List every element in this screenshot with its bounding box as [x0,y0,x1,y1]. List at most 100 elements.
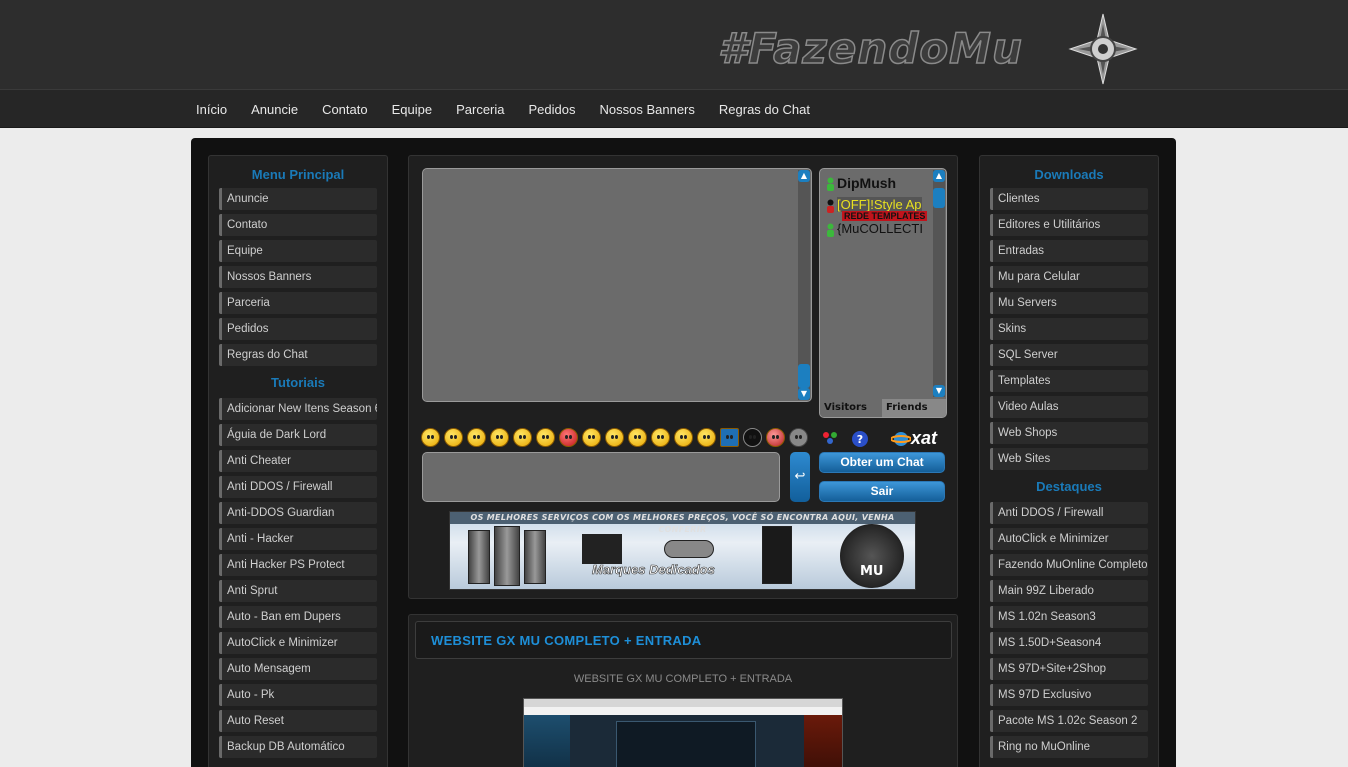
eight-ball-icon[interactable] [743,428,762,447]
chat-user[interactable]: {MuCOLLECTI [826,221,923,237]
nav-item-nossos-banners[interactable]: Nossos Banners [600,102,695,117]
sidebar-item[interactable]: Pacote MS 1.02c Season 2 [990,710,1148,732]
nav-item-anuncie[interactable]: Anuncie [251,102,298,117]
sidebar-item[interactable]: Anti-DDOS Guardian [219,502,377,524]
sidebar-item[interactable]: Web Sites [990,448,1148,470]
users-icon[interactable] [821,430,839,448]
sidebar-item[interactable]: Contato [219,214,377,236]
smiley-icon[interactable] [490,428,509,447]
nav-item-inicio[interactable]: Início [196,102,227,117]
send-button[interactable]: ↩ [790,452,810,502]
help-icon[interactable]: ? [851,430,869,448]
sidebar-item[interactable]: Águia de Dark Lord [219,424,377,446]
post-title[interactable]: WEBSITE GX MU COMPLETO + ENTRADA [431,633,701,648]
sidebar-item[interactable]: Equipe [219,240,377,262]
banner-tagline: OS MELHORES SERVIÇOS COM OS MELHORES PRE… [450,512,915,534]
sidebar-item[interactable]: Web Shops [990,422,1148,444]
sidebar-item[interactable]: Anti Sprut [219,580,377,602]
smiley-icon[interactable] [628,428,647,447]
sidebar-item[interactable]: Mu Servers [990,292,1148,314]
chat-scrollbar[interactable]: ▲ ▼ [798,170,810,400]
nav-item-regras-do-chat[interactable]: Regras do Chat [719,102,810,117]
sidebar-item[interactable]: Anti Cheater [219,450,377,472]
sidebar-item[interactable]: Main 99Z Liberado [990,580,1148,602]
sidebar-item[interactable]: Pedidos [219,318,377,340]
sidebar-item[interactable]: Ring no MuOnline [990,736,1148,758]
smiley-icon[interactable] [536,428,555,447]
smiley-icon[interactable] [513,428,532,447]
sidebar-item[interactable]: Auto Reset [219,710,377,732]
sidebar-item[interactable]: Entradas [990,240,1148,262]
scroll-up-icon[interactable]: ▲ [933,170,945,182]
get-chat-button[interactable]: Obter um Chat [819,452,945,473]
sidebar-item[interactable]: SQL Server [990,344,1148,366]
sidebar-item[interactable]: Templates [990,370,1148,392]
sidebar-item[interactable]: Regras do Chat [219,344,377,366]
user-list-scrollbar[interactable]: ▲ ▼ [933,170,945,397]
smiley-icon[interactable] [421,428,440,447]
sidebar-item[interactable]: Adicionar New Itens Season 6 [219,398,377,420]
sidebar-item[interactable]: Anti Hacker PS Protect [219,554,377,576]
scroll-thumb[interactable] [798,364,810,388]
sidebar-item[interactable]: Anti - Hacker [219,528,377,550]
sidebar-item[interactable]: Auto - Pk [219,684,377,706]
ad-banner[interactable]: OS MELHORES SERVIÇOS COM OS MELHORES PRE… [449,511,916,590]
sidebar-item[interactable]: MS 97D Exclusivo [990,684,1148,706]
tab-friends[interactable]: Friends [882,399,946,417]
tab-visitors[interactable]: Visitors [820,399,882,417]
chat-user-name: {MuCOLLECTI [837,221,923,236]
smiley-bar [421,428,808,450]
tutoriais-list: Adicionar New Itens Season 6 Águia de Da… [219,398,377,758]
block-icon[interactable] [789,428,808,447]
sidebar-item[interactable]: MS 1.02n Season3 [990,606,1148,628]
chat-user[interactable]: [OFF]!Style Ap REDE TEMPLATES [826,197,928,221]
sidebar-item[interactable]: Fazendo MuOnline Completo [990,554,1148,576]
xat-logo-wrap[interactable]: xat [891,428,937,449]
sidebar-item[interactable]: AutoClick e Minimizer [219,632,377,654]
smiley-icon[interactable] [766,428,785,447]
nav-item-equipe[interactable]: Equipe [392,102,432,117]
chat-user[interactable]: DipMush [826,175,897,192]
sidebar-item[interactable]: Anti DDOS / Firewall [990,502,1148,524]
sidebar-item[interactable]: Parceria [219,292,377,314]
sidebar-item[interactable]: Video Aulas [990,396,1148,418]
smiley-icon[interactable] [559,428,578,447]
sidebar-item[interactable]: Anuncie [219,188,377,210]
sidebar-item[interactable]: Nossos Banners [219,266,377,288]
sidebar-item[interactable]: Auto Mensagem [219,658,377,680]
site-logo[interactable]: #FazendoMu [717,23,1023,74]
nav-item-parceria[interactable]: Parceria [456,102,504,117]
smiley-icon[interactable] [605,428,624,447]
smiley-icon[interactable] [674,428,693,447]
sidebar-item[interactable]: Editores e Utilitários [990,214,1148,236]
scroll-down-icon[interactable]: ▼ [798,388,810,400]
sidebar-item[interactable]: MS 1.50D+Season4 [990,632,1148,654]
sidebar-item[interactable]: Clientes [990,188,1148,210]
scroll-thumb[interactable] [933,188,945,208]
user-away-icon [827,199,834,213]
smiley-icon[interactable] [582,428,601,447]
sidebar-item[interactable]: Auto - Ban em Dupers [219,606,377,628]
chat-messages-area[interactable]: ▲ ▼ [422,168,812,402]
sidebar-item[interactable]: Skins [990,318,1148,340]
main-nav: Início Anuncie Contato Equipe Parceria P… [0,89,1348,128]
scroll-down-icon[interactable]: ▼ [933,385,945,397]
sidebar-item[interactable]: Backup DB Automático [219,736,377,758]
sidebar-item[interactable]: Anti DDOS / Firewall [219,476,377,498]
smiley-icon[interactable] [651,428,670,447]
exit-button[interactable]: Sair [819,481,945,502]
smiley-icon[interactable] [444,428,463,447]
sidebar-item[interactable]: AutoClick e Minimizer [990,528,1148,550]
left-sidebar: Menu Principal Anuncie Contato Equipe No… [208,155,388,767]
post-screenshot-image[interactable] [523,698,843,767]
nav-item-pedidos[interactable]: Pedidos [529,102,576,117]
chat-user-name: DipMush [837,175,897,191]
smiley-icon[interactable] [720,428,739,447]
sidebar-item[interactable]: Mu para Celular [990,266,1148,288]
sidebar-item[interactable]: MS 97D+Site+2Shop [990,658,1148,680]
smiley-icon[interactable] [697,428,716,447]
nav-item-contato[interactable]: Contato [322,102,368,117]
smiley-icon[interactable] [467,428,486,447]
scroll-up-icon[interactable]: ▲ [798,170,810,182]
chat-message-input[interactable] [422,452,780,502]
